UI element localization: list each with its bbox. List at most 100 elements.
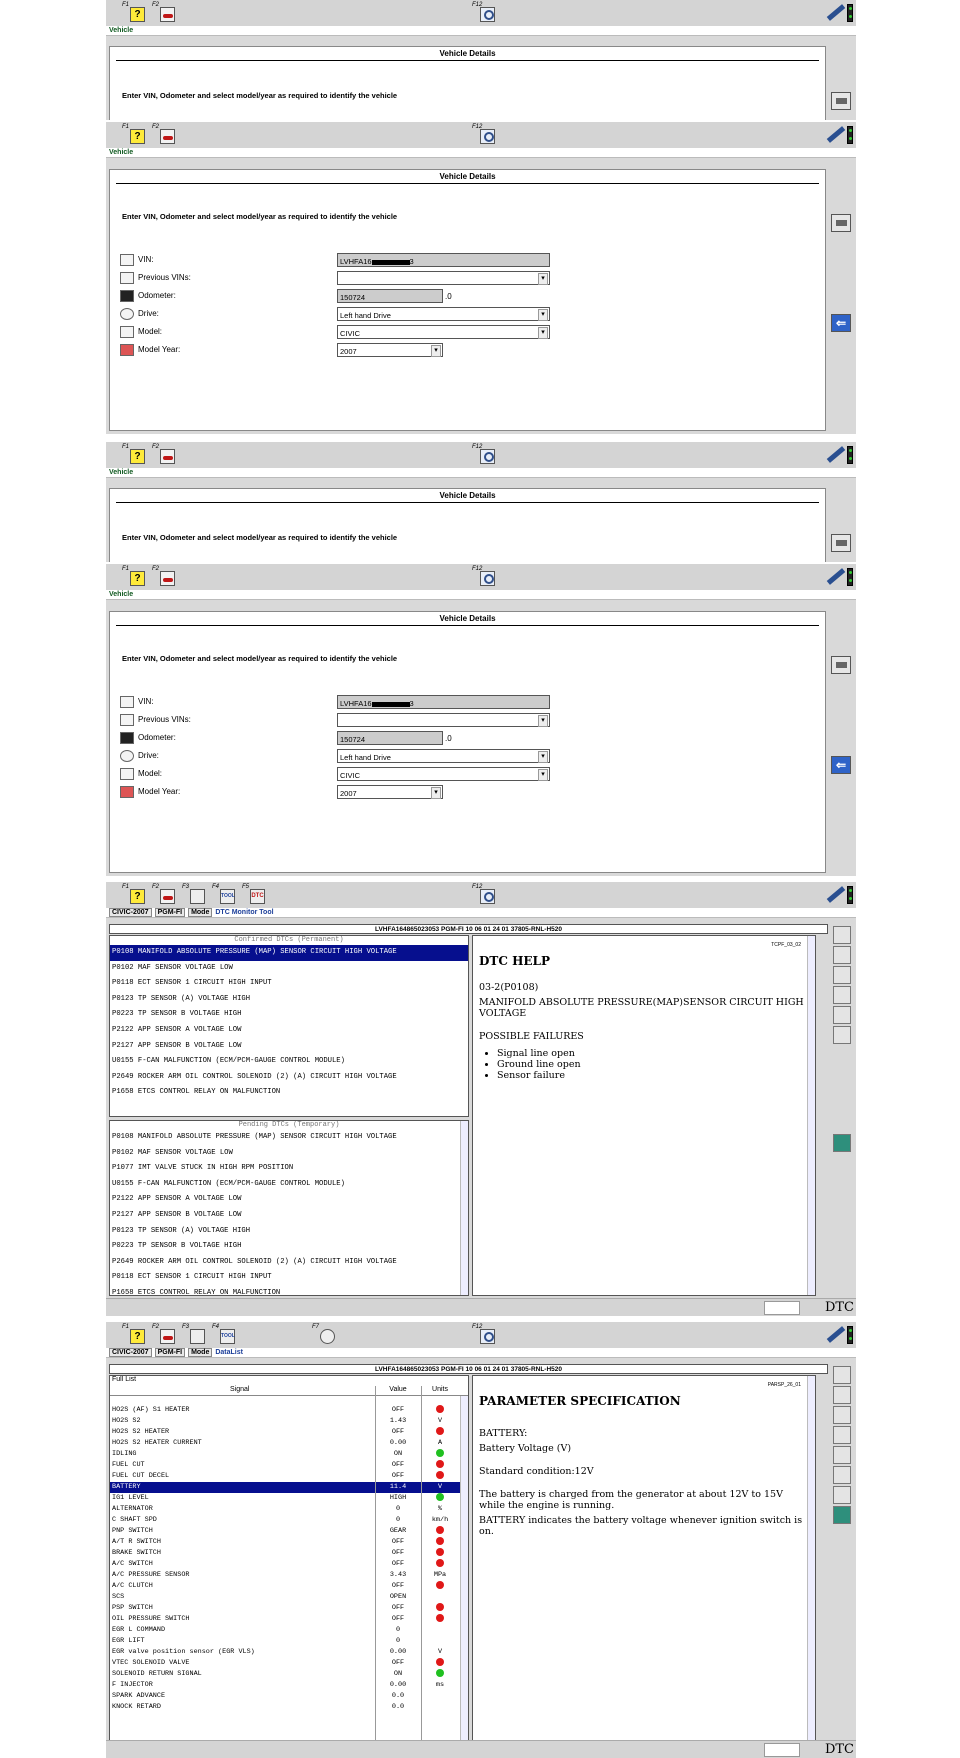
- table-row[interactable]: BRAKE SWITCH OFF: [110, 1548, 468, 1559]
- previous-vins-select[interactable]: [337, 271, 550, 285]
- list-item[interactable]: P0123 TP SENSOR (A) VOLTAGE HIGH: [110, 992, 468, 1008]
- table-row[interactable]: BATTERY 11.4 V: [110, 1482, 468, 1493]
- vin-field[interactable]: LVHFA16 3: [337, 253, 550, 267]
- f1-help-button[interactable]: F1?: [122, 1324, 148, 1346]
- exit-icon[interactable]: [833, 1506, 851, 1524]
- table-row[interactable]: ALTERNATOR 0%: [110, 1504, 468, 1515]
- f12-search-button[interactable]: F12: [472, 884, 498, 906]
- f1-help-button[interactable]: F1?: [122, 2, 148, 24]
- table-row[interactable]: PSP SWITCH OFF: [110, 1603, 468, 1614]
- back-arrow-icon[interactable]: ⇐: [831, 756, 851, 774]
- record-icon[interactable]: [833, 1426, 851, 1444]
- list-item[interactable]: P2649 ROCKER ARM OIL CONTROL SOLENOID (2…: [110, 1255, 468, 1271]
- pending-dtc-list[interactable]: Pending DTCs (Temporary) P0108 MANIFOLD …: [109, 1120, 469, 1296]
- status-dtc-button[interactable]: DTC: [825, 1742, 854, 1757]
- list-item[interactable]: P2649 ROCKER ARM OIL CONTROL SOLENOID (2…: [110, 1070, 468, 1086]
- f3-tools-button[interactable]: F3: [182, 884, 208, 906]
- crumb-model[interactable]: CIVIC-2007: [109, 1348, 152, 1357]
- list-item[interactable]: P2122 APP SENSOR A VOLTAGE LOW: [110, 1023, 468, 1039]
- scrollbar[interactable]: [460, 1121, 468, 1295]
- table-row[interactable]: IDLING ON: [110, 1449, 468, 1460]
- f2-vehicle-button[interactable]: F2: [152, 444, 178, 466]
- list-item[interactable]: P0223 TP SENSOR B VOLTAGE HIGH: [110, 1239, 468, 1255]
- table-row[interactable]: A/C SWITCH OFF: [110, 1559, 468, 1570]
- table-row[interactable]: EGR LIFT 0: [110, 1636, 468, 1647]
- f2-vehicle-button[interactable]: F2: [152, 1324, 178, 1346]
- model-select[interactable]: CIVIC: [337, 325, 550, 339]
- crumb-mode[interactable]: Mode: [188, 1348, 213, 1357]
- list-item[interactable]: P0223 TP SENSOR B VOLTAGE HIGH: [110, 1007, 468, 1023]
- table-row[interactable]: EGR valve position sensor (EGR VLS) 0.00 V: [110, 1647, 468, 1658]
- table-row[interactable]: IG1 LEVEL HIGH: [110, 1493, 468, 1504]
- odometer-field[interactable]: 150724: [337, 289, 443, 303]
- f1-help-button[interactable]: F1?: [122, 566, 148, 588]
- f2-vehicle-button[interactable]: F2: [152, 884, 178, 906]
- vin-field[interactable]: LVHFA16 3: [337, 695, 550, 709]
- sort-icon[interactable]: [833, 1466, 851, 1484]
- drive-select[interactable]: Left hand Drive: [337, 749, 550, 763]
- select-icon[interactable]: [833, 1446, 851, 1464]
- scrollbar[interactable]: [807, 1376, 815, 1740]
- scrollbar[interactable]: [807, 936, 815, 1295]
- f12-search-button[interactable]: F12: [472, 124, 498, 146]
- table-row[interactable]: HO2S (AF) S1 HEATER OFF: [110, 1405, 468, 1416]
- connection-status[interactable]: [824, 566, 854, 588]
- table-row[interactable]: EGR L COMMAND 0: [110, 1625, 468, 1636]
- list-item[interactable]: P1658 ETCS CONTROL RELAY ON MALFUNCTION: [110, 1286, 468, 1295]
- table-row[interactable]: HO2S S2 HEATER OFF: [110, 1427, 468, 1438]
- model-year-select[interactable]: 2007: [337, 343, 443, 357]
- table-row[interactable]: HO2S S2 HEATER CURRENT 0.00 A: [110, 1438, 468, 1449]
- connection-status[interactable]: [824, 2, 854, 24]
- scrollbar[interactable]: [460, 1396, 468, 1740]
- clear-icon[interactable]: [833, 1006, 851, 1024]
- f12-search-button[interactable]: F12: [472, 2, 498, 24]
- f1-help-button[interactable]: F1?: [122, 884, 148, 906]
- table-row[interactable]: FUEL CUT DECEL OFF: [110, 1471, 468, 1482]
- graph-icon[interactable]: [833, 1386, 851, 1404]
- f12-search-button[interactable]: F12: [472, 1324, 498, 1346]
- model-year-select[interactable]: 2007: [337, 785, 443, 799]
- f1-help-button[interactable]: F1?: [122, 124, 148, 146]
- crumb-mode[interactable]: Mode: [188, 908, 213, 917]
- table-row[interactable]: SCS OPEN: [110, 1592, 468, 1603]
- f1-help-button[interactable]: F1?: [122, 444, 148, 466]
- table-row[interactable]: FUEL CUT OFF: [110, 1460, 468, 1471]
- connection-status[interactable]: [824, 1324, 854, 1346]
- table-row[interactable]: VTEC SOLENOID VALVE OFF: [110, 1658, 468, 1669]
- save-icon[interactable]: [833, 966, 851, 984]
- list-item[interactable]: P0108 MANIFOLD ABSOLUTE PRESSURE (MAP) S…: [110, 1130, 468, 1146]
- table-row[interactable]: SOLENOID RETURN SIGNAL ON: [110, 1669, 468, 1680]
- list-item[interactable]: P0118 ECT SENSOR 1 CIRCUIT HIGH INPUT: [110, 976, 468, 992]
- f12-search-button[interactable]: F12: [472, 444, 498, 466]
- table-row[interactable]: SPARK ADVANCE 0.0: [110, 1691, 468, 1702]
- list-item[interactable]: P2122 APP SENSOR A VOLTAGE LOW: [110, 1192, 468, 1208]
- back-arrow-icon[interactable]: ⇐: [831, 314, 851, 332]
- list-item[interactable]: P0102 MAF SENSOR VOLTAGE LOW: [110, 1146, 468, 1162]
- confirmed-dtc-list[interactable]: Confirmed DTCs (Permanent) P0108 MANIFOL…: [109, 935, 469, 1117]
- keyboard-icon[interactable]: [831, 656, 851, 674]
- list-item[interactable]: P0118 ECT SENSOR 1 CIRCUIT HIGH INPUT: [110, 1270, 468, 1286]
- model-select[interactable]: CIVIC: [337, 767, 550, 781]
- copy-icon[interactable]: [833, 946, 851, 964]
- list-item[interactable]: P1077 IMT VALVE STUCK IN HIGH RPM POSITI…: [110, 1161, 468, 1177]
- crumb-vehicle[interactable]: Vehicle: [109, 469, 133, 476]
- f4-tool-button[interactable]: F4 TOOL: [212, 1324, 238, 1346]
- crumb-system[interactable]: PGM-FI: [154, 1348, 186, 1357]
- table-row[interactable]: KNOCK RETARD 0.0: [110, 1702, 468, 1713]
- f2-vehicle-button[interactable]: F2: [152, 566, 178, 588]
- list-icon[interactable]: [833, 1406, 851, 1424]
- list-item[interactable]: P1658 ETCS CONTROL RELAY ON MALFUNCTION: [110, 1085, 468, 1101]
- compare-icon[interactable]: [833, 986, 851, 1004]
- odometer-field[interactable]: 150724: [337, 731, 443, 745]
- clear-icon[interactable]: [833, 1486, 851, 1504]
- drive-select[interactable]: Left hand Drive: [337, 307, 550, 321]
- crumb-vehicle[interactable]: Vehicle: [109, 149, 133, 156]
- table-row[interactable]: OIL PRESSURE SWITCH OFF: [110, 1614, 468, 1625]
- table-row[interactable]: HO2S S2 1.43 V: [110, 1416, 468, 1427]
- status-dtc-button[interactable]: DTC: [825, 1300, 854, 1315]
- previous-vins-select[interactable]: [337, 713, 550, 727]
- crumb-system[interactable]: PGM-FI: [154, 908, 186, 917]
- keyboard-icon[interactable]: [831, 214, 851, 232]
- print-icon[interactable]: [833, 926, 851, 944]
- keyboard-icon[interactable]: [831, 92, 851, 110]
